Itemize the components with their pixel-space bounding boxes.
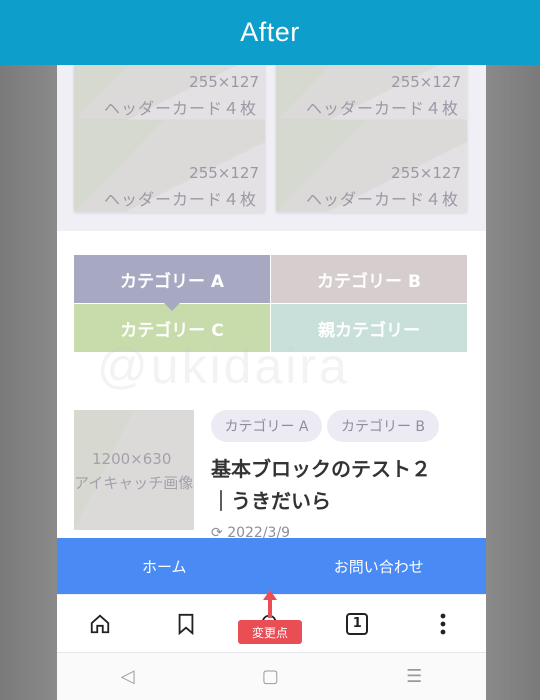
thumb-size: 1200×630 bbox=[92, 450, 172, 468]
bottom-fixed-menu: ホーム お問い合わせ bbox=[57, 538, 486, 594]
more-menu-icon[interactable] bbox=[431, 612, 455, 636]
menu-contact[interactable]: お問い合わせ bbox=[272, 538, 487, 594]
tab-count: 1 bbox=[346, 612, 369, 635]
watermark: @ukidaira bbox=[97, 338, 350, 394]
background-right bbox=[486, 65, 540, 700]
bookmark-icon[interactable] bbox=[174, 612, 198, 636]
caption-banner: After bbox=[0, 0, 540, 65]
header-card[interactable]: 255×127 ヘッダーカード４枚 bbox=[276, 65, 467, 121]
card-label: ヘッダーカード４枚 bbox=[305, 99, 459, 118]
home-square-icon[interactable]: ▢ bbox=[262, 666, 279, 687]
tabs-icon[interactable]: 1 bbox=[345, 612, 369, 636]
card-size: 255×127 bbox=[189, 73, 259, 91]
post-title[interactable]: 基本ブロックのテスト２｜うきだいら bbox=[211, 453, 441, 517]
change-point-badge: 変更点 bbox=[238, 620, 302, 644]
system-nav-bar: ◁ ▢ ☰ bbox=[57, 652, 486, 700]
back-icon[interactable]: ◁ bbox=[121, 666, 135, 687]
background-left bbox=[0, 65, 57, 700]
thumb-label: アイキャッチ画像 bbox=[74, 474, 194, 492]
category-pointer bbox=[164, 303, 180, 311]
header-card[interactable]: 255×127 ヘッダーカード４枚 bbox=[74, 65, 265, 121]
header-card-grid: 255×127 ヘッダーカード４枚 255×127 ヘッダーカード４枚 255×… bbox=[57, 65, 486, 231]
menu-home[interactable]: ホーム bbox=[57, 538, 272, 594]
recents-icon[interactable]: ☰ bbox=[406, 666, 422, 687]
header-card[interactable]: 255×127 ヘッダーカード４枚 bbox=[74, 120, 265, 212]
card-label: ヘッダーカード４枚 bbox=[305, 190, 459, 209]
card-size: 255×127 bbox=[189, 164, 259, 182]
post-tag-category-b[interactable]: カテゴリー B bbox=[327, 410, 439, 442]
card-label: ヘッダーカード４枚 bbox=[103, 99, 257, 118]
card-size: 255×127 bbox=[391, 73, 461, 91]
arrow-up-icon bbox=[263, 590, 277, 618]
post-thumbnail[interactable]: 1200×630 アイキャッチ画像 bbox=[74, 410, 194, 530]
home-icon[interactable] bbox=[88, 612, 112, 636]
category-a-link[interactable]: カテゴリー A bbox=[74, 255, 270, 303]
header-card[interactable]: 255×127 ヘッダーカード４枚 bbox=[276, 120, 467, 212]
card-size: 255×127 bbox=[391, 164, 461, 182]
banner-title: After bbox=[240, 17, 300, 47]
card-label: ヘッダーカード４枚 bbox=[103, 190, 257, 209]
category-b-link[interactable]: カテゴリー B bbox=[271, 255, 467, 303]
post-tag-category-a[interactable]: カテゴリー A bbox=[211, 410, 322, 442]
